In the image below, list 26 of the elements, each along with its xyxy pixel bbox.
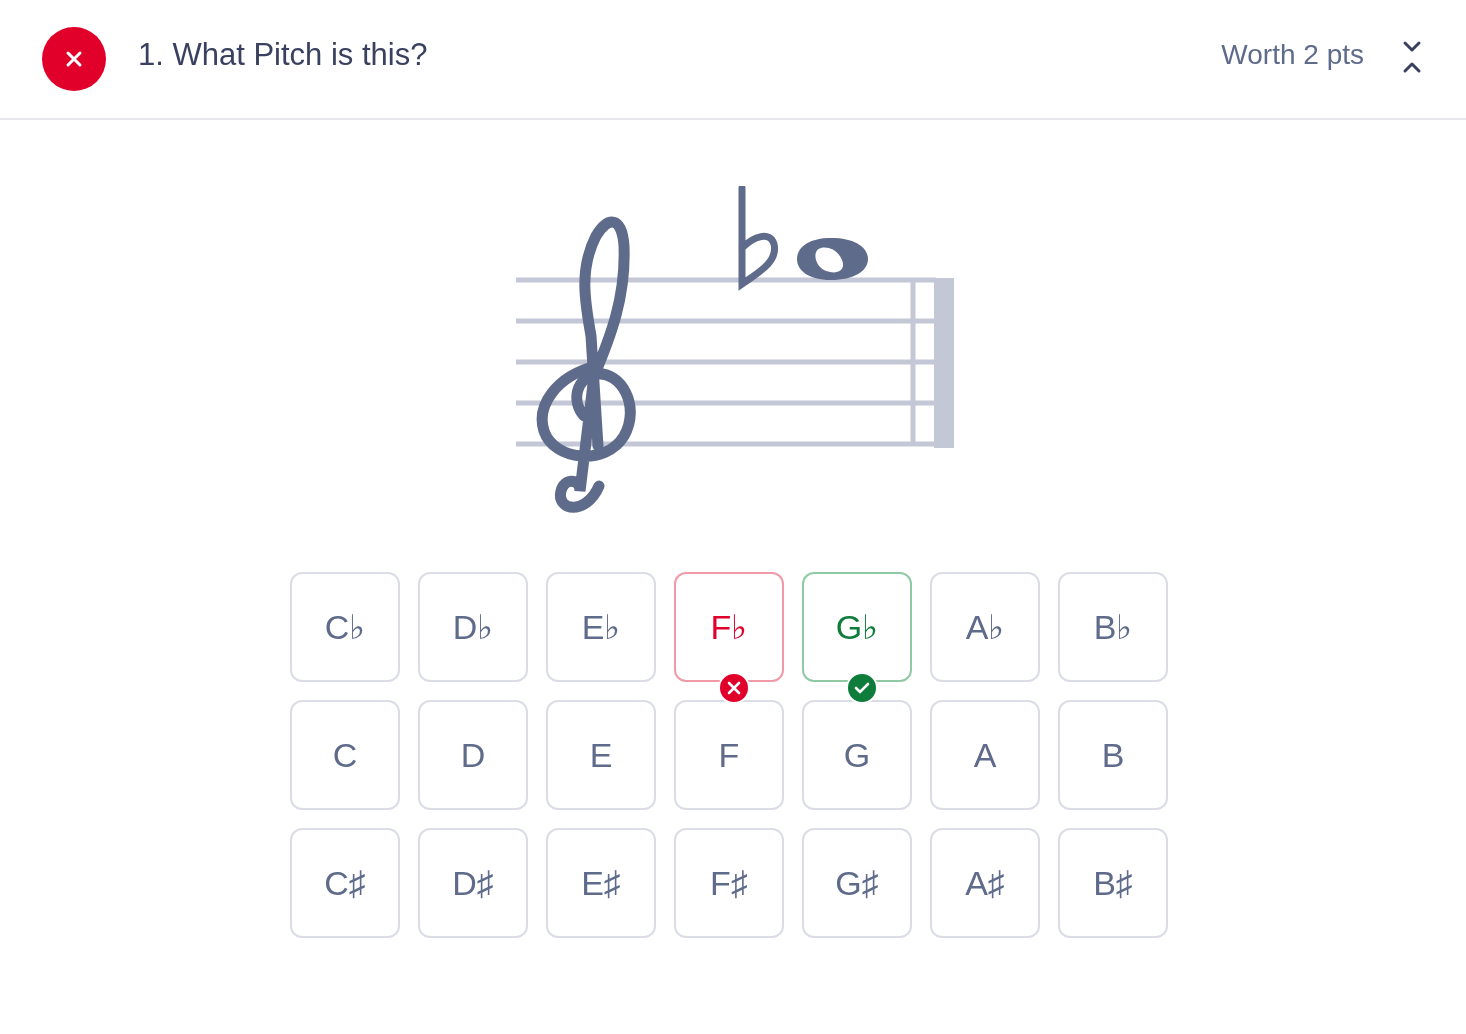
answer-button[interactable]: F	[674, 700, 784, 810]
answer-button[interactable]: E♯	[546, 828, 656, 938]
answer-button[interactable]: B♭	[1058, 572, 1168, 682]
answer-button[interactable]: D	[418, 700, 528, 810]
answer-button[interactable]: B♯	[1058, 828, 1168, 938]
answer-button[interactable]: F♭	[674, 572, 784, 682]
correct-icon	[846, 672, 878, 704]
answer-button[interactable]: E	[546, 700, 656, 810]
incorrect-icon	[718, 672, 750, 704]
answer-button[interactable]: D♭	[418, 572, 528, 682]
answer-button[interactable]: C♭	[290, 572, 400, 682]
question-title: 1. What Pitch is this?	[138, 37, 428, 73]
answer-button[interactable]: G	[802, 700, 912, 810]
answer-button[interactable]: A♭	[930, 572, 1040, 682]
answer-button[interactable]: E♭	[546, 572, 656, 682]
answer-button[interactable]: B	[1058, 700, 1168, 810]
answer-button[interactable]: F♯	[674, 828, 784, 938]
answer-button[interactable]: A	[930, 700, 1040, 810]
answer-button[interactable]: C♯	[290, 828, 400, 938]
points-label: Worth 2 pts	[1221, 39, 1364, 71]
answer-button[interactable]: A♯	[930, 828, 1040, 938]
answer-button[interactable]: G♯	[802, 828, 912, 938]
answer-button[interactable]: D♯	[418, 828, 528, 938]
collapse-icon[interactable]	[1402, 40, 1422, 74]
answer-button[interactable]: C	[290, 700, 400, 810]
answer-button[interactable]: G♭	[802, 572, 912, 682]
